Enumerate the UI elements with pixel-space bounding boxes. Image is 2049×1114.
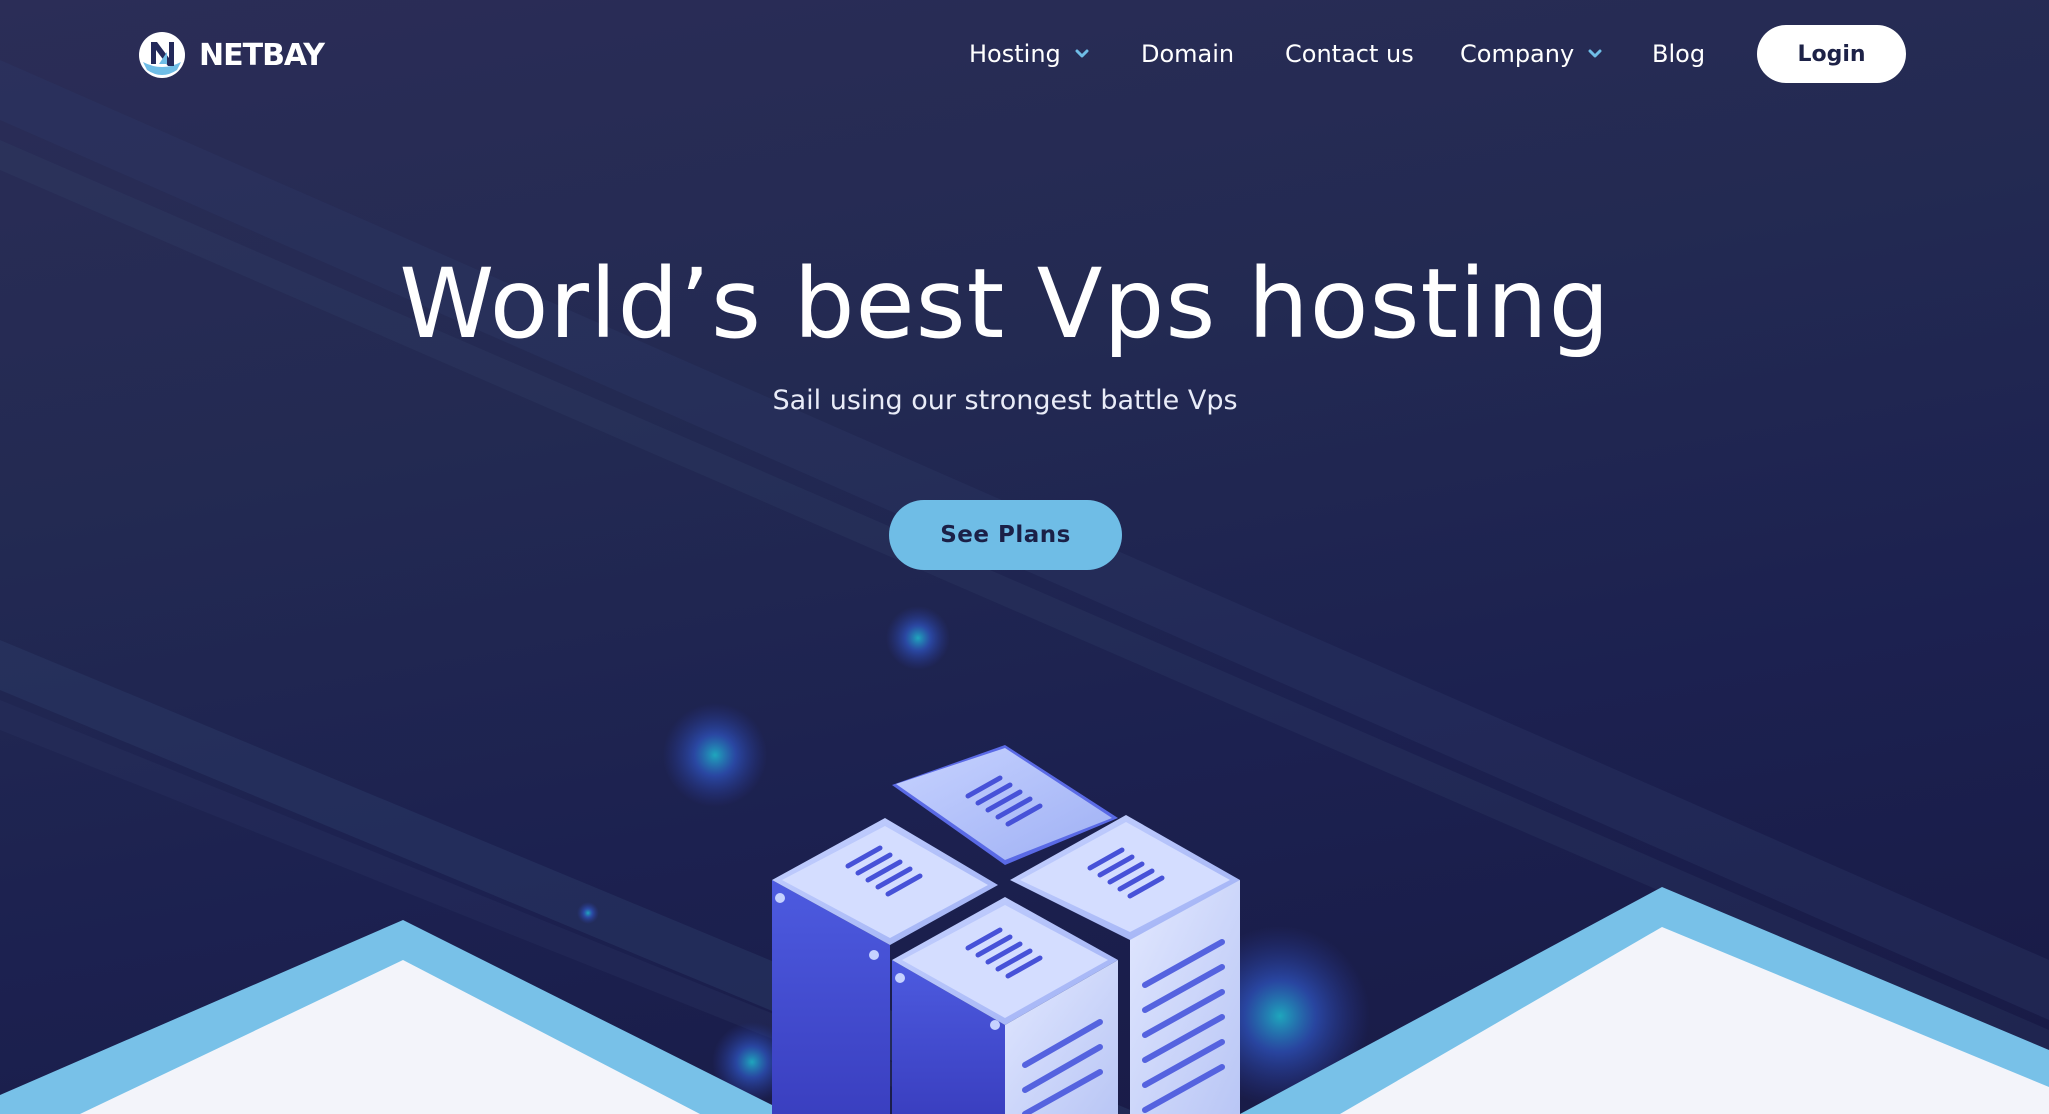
server-rack-illustration xyxy=(772,745,1240,1114)
glow-orb xyxy=(886,606,950,670)
nav-item-label: Company xyxy=(1460,40,1575,68)
nav-item-label: Hosting xyxy=(969,40,1061,68)
nav-item-label: Domain xyxy=(1141,40,1235,68)
nav-item-label: Contact us xyxy=(1285,40,1414,68)
sailboat-n-logo-icon xyxy=(139,32,185,78)
site-header: NETBAY Hosting Domain Contact us Company… xyxy=(0,0,2049,110)
nav-item-company[interactable]: Company xyxy=(1460,32,1602,76)
chevron-down-icon xyxy=(1588,49,1602,58)
glow-orb xyxy=(577,902,599,924)
brand-logo[interactable]: NETBAY xyxy=(137,28,325,82)
nav-item-hosting[interactable]: Hosting xyxy=(969,32,1089,76)
chevron-down-icon xyxy=(1075,49,1089,58)
nav-item-domain[interactable]: Domain xyxy=(1141,32,1234,76)
nav-item-blog[interactable]: Blog xyxy=(1652,32,1705,76)
login-button[interactable]: Login xyxy=(1757,25,1906,83)
glow-orb xyxy=(663,703,767,807)
nav-item-label: Blog xyxy=(1652,40,1706,68)
nav-item-contact[interactable]: Contact us xyxy=(1285,32,1414,76)
brand-name: NETBAY xyxy=(199,37,325,73)
hero-title: World’s best Vps hosting xyxy=(399,248,1611,360)
hero-subtitle: Sail using our strongest battle Vps xyxy=(772,385,1238,416)
see-plans-button[interactable]: See Plans xyxy=(889,500,1122,570)
